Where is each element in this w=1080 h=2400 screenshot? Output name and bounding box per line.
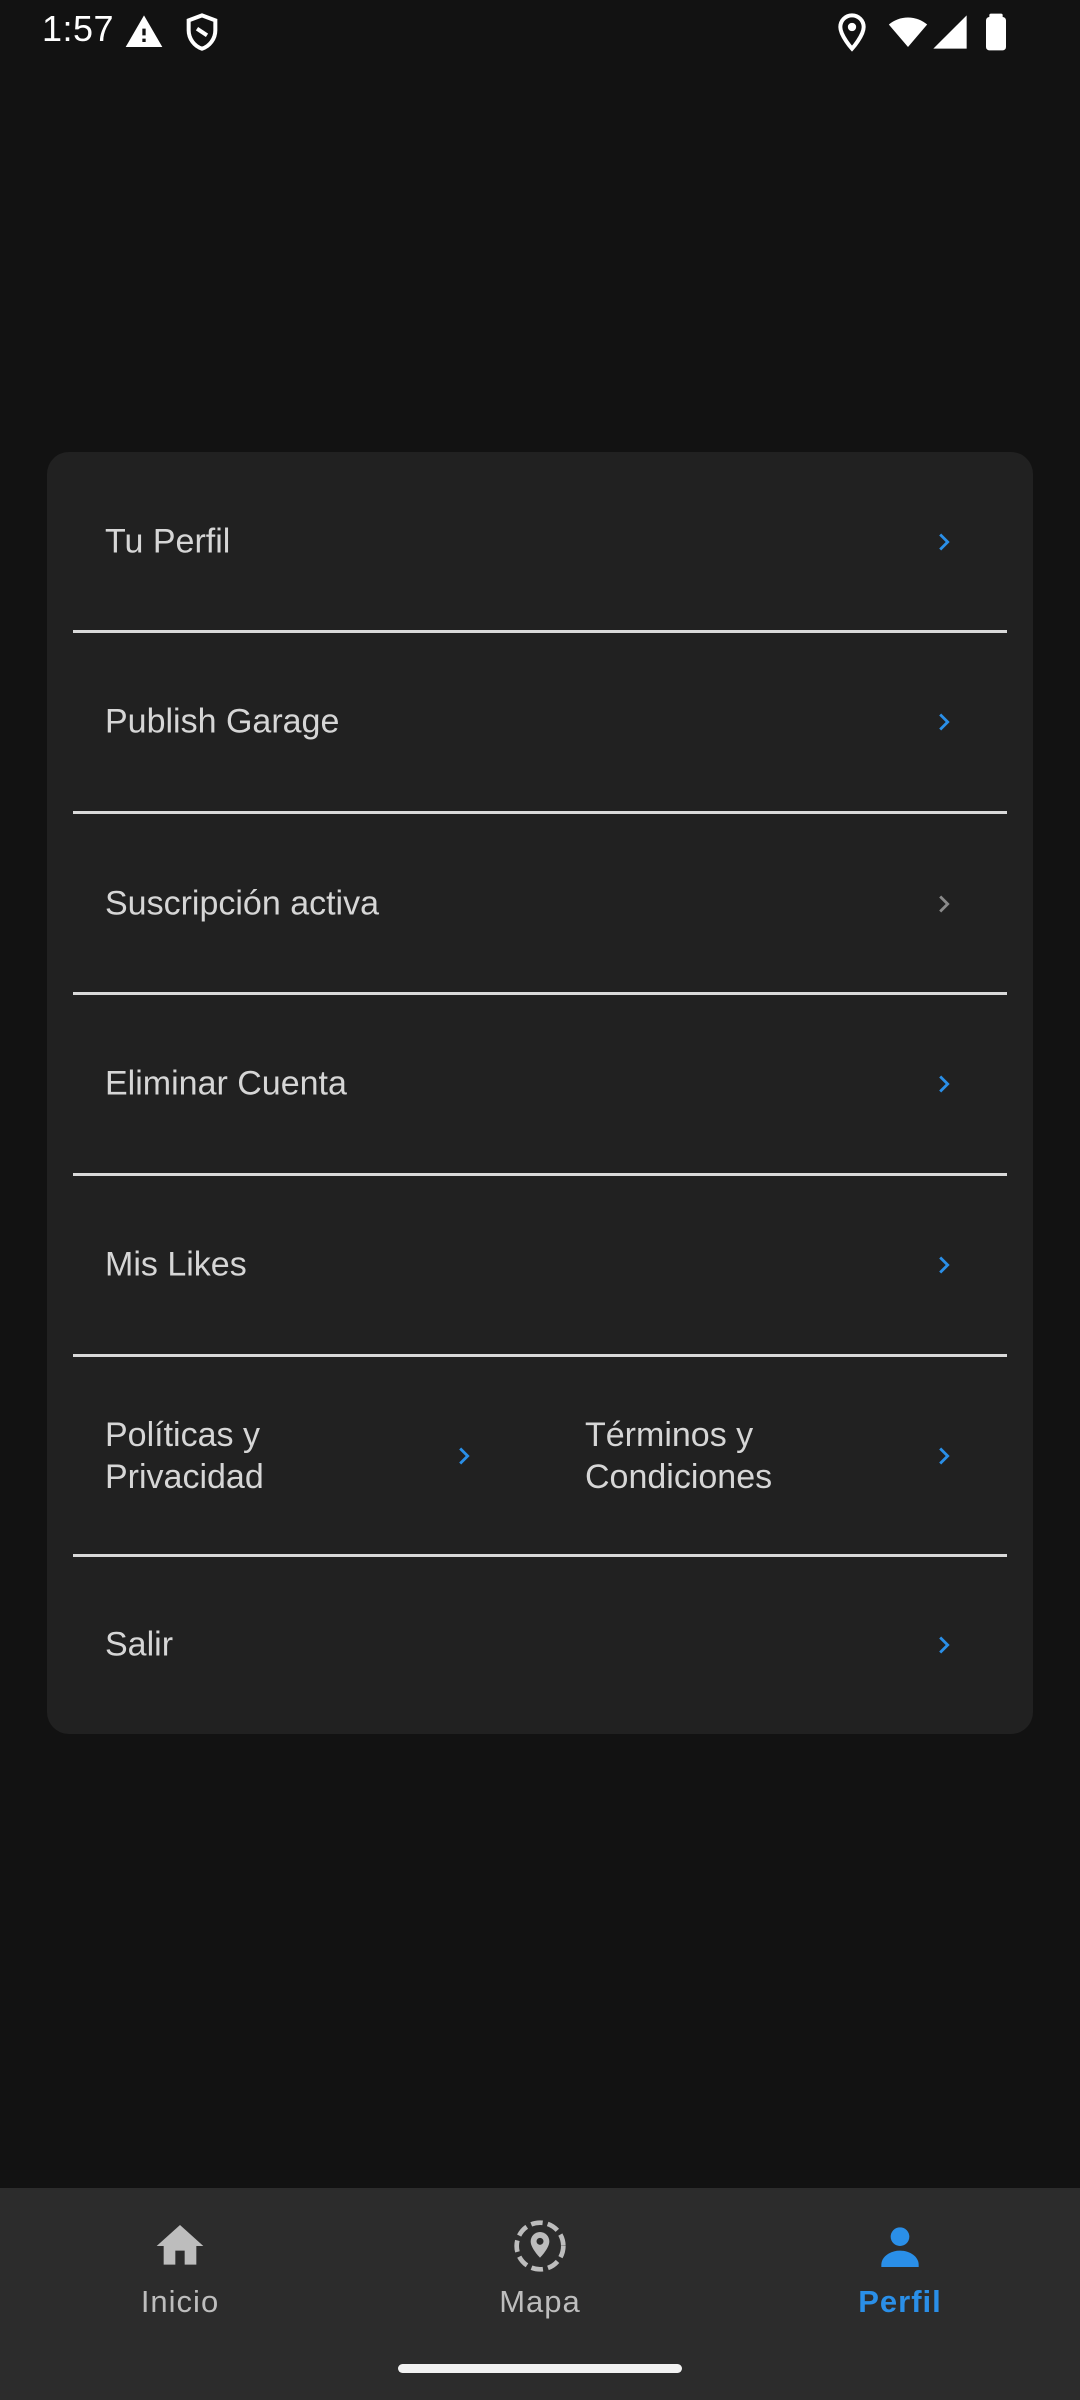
- nav-label: Perfil: [858, 2284, 942, 2319]
- nav-item-inicio[interactable]: Inicio: [0, 2188, 360, 2338]
- person-icon: [872, 2218, 928, 2274]
- home-icon: [152, 2218, 208, 2274]
- legal-links-row: Políticas y Privacidad Términos y Condic…: [47, 1357, 1033, 1555]
- profile-menu-card: Tu Perfil Publish Garage Suscripción act…: [47, 452, 1033, 1734]
- menu-item-label: Términos y Condiciones: [585, 1416, 773, 1496]
- home-indicator[interactable]: [398, 2364, 682, 2373]
- menu-item-label: Salir: [105, 1625, 174, 1664]
- chevron-right-icon: [927, 1628, 961, 1662]
- menu-item-label: Mis Likes: [105, 1245, 247, 1284]
- status-bar: 1:57: [0, 0, 1080, 62]
- menu-item-label: Políticas y Privacidad: [105, 1416, 264, 1496]
- menu-item-tu-perfil[interactable]: Tu Perfil: [47, 452, 1033, 632]
- menu-item-politicas-privacidad[interactable]: Políticas y Privacidad: [47, 1357, 527, 1555]
- menu-item-mis-likes[interactable]: Mis Likes: [47, 1175, 1033, 1355]
- menu-item-label: Publish Garage: [105, 702, 340, 741]
- nav-label: Mapa: [499, 2284, 581, 2319]
- nav-label: Inicio: [140, 2284, 220, 2319]
- nav-item-mapa[interactable]: Mapa: [360, 2188, 720, 2338]
- menu-item-label: Suscripción activa: [105, 884, 380, 923]
- chevron-right-icon: [927, 1067, 961, 1101]
- location-icon: [832, 12, 872, 52]
- wifi-icon: [888, 12, 928, 52]
- chevron-right-icon: [927, 1248, 961, 1282]
- chevron-right-icon: [927, 887, 961, 921]
- menu-item-publish-garage[interactable]: Publish Garage: [47, 632, 1033, 812]
- chevron-right-icon: [927, 525, 961, 559]
- menu-item-label: Eliminar Cuenta: [105, 1064, 347, 1103]
- signal-icon: [930, 12, 970, 52]
- chevron-right-icon: [447, 1439, 481, 1473]
- nav-item-perfil[interactable]: Perfil: [720, 2188, 1080, 2338]
- menu-item-terminos-condiciones[interactable]: Términos y Condiciones: [527, 1357, 1033, 1555]
- map-pin-icon: [512, 2218, 568, 2274]
- menu-item-label: Tu Perfil: [105, 522, 231, 561]
- menu-item-salir[interactable]: Salir: [47, 1556, 1033, 1734]
- status-time: 1:57: [42, 8, 115, 49]
- warning-icon: [124, 12, 164, 52]
- screen: 1:57 Tu Perfil Publish Garage Suscripció…: [0, 0, 1080, 2400]
- menu-item-suscripcion-activa[interactable]: Suscripción activa: [47, 814, 1033, 994]
- chevron-right-icon: [927, 705, 961, 739]
- battery-icon: [976, 12, 1016, 52]
- shield-icon: [182, 12, 222, 52]
- menu-item-eliminar-cuenta[interactable]: Eliminar Cuenta: [47, 994, 1033, 1174]
- chevron-right-icon: [927, 1439, 961, 1473]
